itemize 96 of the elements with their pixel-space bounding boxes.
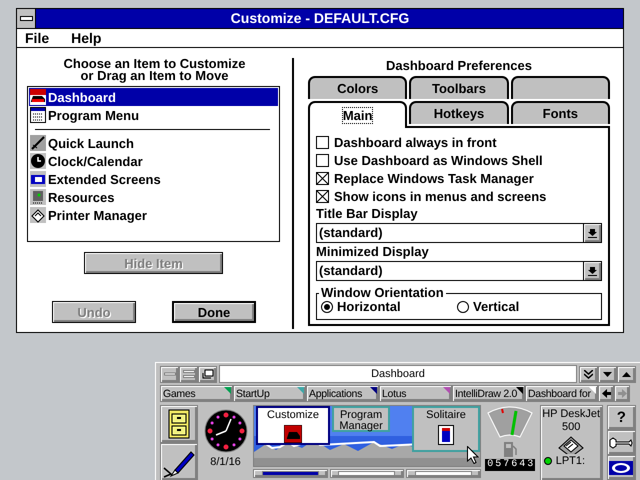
settings-button[interactable] (606, 430, 636, 455)
clock-icon (30, 153, 46, 169)
checkbox[interactable] (316, 136, 329, 148)
collapse-button[interactable] (579, 366, 598, 382)
checkbox[interactable] (316, 154, 329, 166)
field-label: Title Bar Display (316, 205, 419, 223)
window-thumbnail[interactable]: Solitaire (412, 406, 480, 452)
window-title: Customize - DEFAULT.CFG (230, 9, 410, 28)
checkbox-label: Replace Windows Task Manager (334, 170, 534, 186)
printer-icon (30, 207, 46, 223)
arrow-right-icon (618, 389, 626, 398)
list-item[interactable]: Clock/Calendar (29, 152, 278, 170)
list-heading: Choose an Item to Customize or Drag an Item to Move (62, 58, 247, 82)
window-icon (202, 369, 214, 379)
dashboard-title: Dashboard (219, 365, 577, 383)
group-tab[interactable]: Dashboard for (525, 385, 598, 402)
down-triangle-icon (603, 372, 612, 376)
window-thumbnail[interactable]: Program Manager (332, 406, 390, 432)
file-cabinet-icon (168, 409, 190, 439)
logo-button[interactable] (606, 455, 636, 480)
clock-icon (204, 409, 248, 453)
logo-icon (609, 460, 634, 474)
toolbar-button[interactable] (179, 366, 198, 382)
title-bar-dropdown[interactable]: (standard) (316, 223, 602, 243)
radio-button[interactable] (321, 300, 333, 312)
field-label: Minimized Display (316, 243, 430, 261)
group-tab[interactable]: IntelliDraw 2.0 (452, 385, 525, 402)
launch-button[interactable] (160, 443, 198, 480)
dash-icon (164, 372, 176, 376)
list-item[interactable]: Resources (29, 188, 278, 206)
checkbox-label: Dashboard always in front (334, 134, 497, 150)
port-label: LPT1: (556, 455, 586, 467)
mouse-pointer-icon (467, 446, 480, 464)
done-button[interactable]: Done (172, 301, 256, 323)
radio-label: Horizontal (337, 299, 401, 314)
checkbox-label: Use Dashboard as Windows Shell (334, 152, 543, 168)
help-button[interactable]: ? (606, 405, 636, 430)
checkbox[interactable] (316, 172, 329, 184)
car-icon (284, 425, 302, 443)
group-tab[interactable]: Games (160, 385, 233, 402)
tab[interactable]: Fonts (510, 101, 610, 124)
wand-icon (30, 135, 46, 151)
group-tab[interactable]: Applications (306, 385, 379, 402)
list-item[interactable]: Extended Screens (29, 170, 278, 188)
printer-icon (557, 434, 586, 454)
restore-button[interactable] (198, 366, 217, 382)
tab[interactable] (510, 76, 610, 99)
tab[interactable]: Toolbars (409, 76, 509, 99)
window-thumbnail[interactable]: Customize (256, 406, 330, 445)
up-triangle-icon (622, 372, 631, 376)
date-label: 8/1/16 (210, 456, 241, 468)
radio-label: Vertical (473, 299, 520, 314)
list-item[interactable]: Program Menu (29, 106, 278, 124)
item-list[interactable]: Dashboard Program Menu Quick Launch Clock/Calendar Extended Screens Resources Printer Manager (27, 86, 280, 242)
screen-map[interactable]: Customize Program Manager Solitaire (253, 405, 481, 467)
menu-item[interactable]: Help (71, 29, 102, 47)
gauge-drawing (486, 405, 534, 439)
radio-button[interactable] (457, 300, 469, 312)
panel-heading: Dashboard Preferences (385, 58, 533, 75)
down-button[interactable] (598, 366, 617, 382)
menu-item[interactable]: File (25, 29, 50, 47)
list-item[interactable]: Printer Manager (29, 206, 278, 224)
tab[interactable]: Main (308, 101, 408, 128)
chip-icon (30, 189, 46, 205)
launch-button[interactable] (160, 405, 198, 443)
group-tab[interactable]: StartUp (233, 385, 306, 402)
up-button[interactable] (617, 366, 636, 382)
window-icon (30, 107, 46, 123)
arrow-left-icon (602, 389, 610, 398)
screen-icon (30, 171, 46, 187)
checkbox-label: Show icons in menus and screens (334, 188, 546, 204)
double-line-icon (182, 370, 194, 378)
list-item[interactable]: Quick Launch (29, 134, 278, 152)
printer-panel[interactable]: HP DeskJet 500 LPT1: (540, 405, 603, 480)
tab[interactable]: Colors (308, 76, 408, 99)
card-icon (438, 425, 454, 445)
group-tab[interactable]: Lotus (379, 385, 452, 402)
car-icon (30, 89, 46, 105)
tab[interactable]: Hotkeys (409, 101, 509, 124)
counter-display: 057643 (485, 459, 536, 471)
scroll-right-button[interactable] (614, 385, 630, 402)
dropdown-arrow-icon (588, 266, 597, 276)
dash-icon (20, 16, 32, 21)
dropdown-arrow-icon (588, 228, 597, 238)
checkbox[interactable] (316, 190, 329, 202)
minimize-button[interactable] (160, 366, 179, 382)
wrench-icon (609, 436, 634, 448)
system-menu-button[interactable] (17, 9, 36, 28)
minimized-dropdown[interactable]: (standard) (316, 261, 602, 281)
scroll-left-button[interactable] (598, 385, 614, 402)
fuel-pump-icon (503, 441, 518, 457)
list-item[interactable]: Dashboard (29, 88, 278, 106)
printer-name: HP DeskJet 500 (541, 408, 602, 434)
screen-button[interactable] (253, 469, 328, 478)
double-chevron-icon (584, 370, 593, 378)
group-label: Window Orientation (320, 287, 445, 299)
